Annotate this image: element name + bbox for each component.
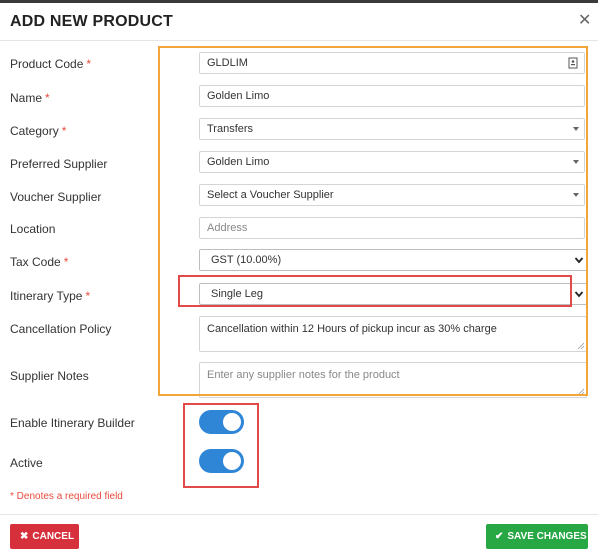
itinerary-type-label: Itinerary Type * bbox=[10, 289, 91, 303]
supplier-notes-label: Supplier Notes bbox=[10, 369, 89, 383]
location-input[interactable]: Address bbox=[199, 217, 585, 239]
product-code-input[interactable]: GLDLIM bbox=[199, 52, 585, 74]
caret-down-icon bbox=[573, 127, 579, 131]
toggle-knob bbox=[223, 452, 241, 470]
cancellation-policy-label: Cancellation Policy bbox=[10, 322, 112, 336]
save-changes-button[interactable]: ✔ SAVE CHANGES bbox=[486, 524, 588, 549]
preferred-supplier-select[interactable]: Golden Limo bbox=[199, 151, 585, 173]
header-divider bbox=[0, 40, 598, 41]
enable-itinerary-builder-toggle[interactable] bbox=[199, 410, 244, 434]
category-select[interactable]: Transfers bbox=[199, 118, 585, 140]
dialog-title: ADD NEW PRODUCT bbox=[10, 13, 173, 30]
product-code-label: Product Code * bbox=[10, 57, 92, 71]
location-label: Location bbox=[10, 222, 56, 236]
chevron-down-icon bbox=[574, 291, 584, 298]
caret-down-icon bbox=[573, 160, 579, 164]
top-border bbox=[0, 0, 598, 3]
enable-itinerary-builder-label: Enable Itinerary Builder bbox=[10, 416, 135, 430]
contact-card-icon bbox=[568, 57, 578, 69]
checkmark-icon: ✔ bbox=[495, 531, 504, 542]
cancellation-policy-textarea[interactable]: Cancellation within 12 Hours of pickup i… bbox=[199, 316, 587, 352]
footer-divider bbox=[0, 514, 598, 515]
toggle-knob bbox=[223, 413, 241, 431]
close-icon: ✖ bbox=[20, 531, 29, 542]
voucher-supplier-select[interactable]: Select a Voucher Supplier bbox=[199, 184, 585, 206]
category-label: Category * bbox=[10, 124, 67, 138]
active-label: Active bbox=[10, 456, 43, 470]
voucher-supplier-label: Voucher Supplier bbox=[10, 190, 102, 204]
tax-code-label: Tax Code * bbox=[10, 255, 69, 269]
resize-grip-icon[interactable] bbox=[577, 342, 585, 350]
active-toggle[interactable] bbox=[199, 449, 244, 473]
chevron-down-icon bbox=[574, 257, 584, 264]
itinerary-type-select[interactable]: Single Leg bbox=[199, 283, 587, 305]
preferred-supplier-label: Preferred Supplier bbox=[10, 157, 108, 171]
name-label: Name * bbox=[10, 91, 50, 105]
supplier-notes-textarea[interactable]: Enter any supplier notes for the product bbox=[199, 362, 587, 398]
tax-code-select[interactable]: GST (10.00%) bbox=[199, 249, 587, 271]
resize-grip-icon[interactable] bbox=[577, 388, 585, 396]
cancel-button[interactable]: ✖ CANCEL bbox=[10, 524, 79, 549]
close-icon[interactable]: ✕ bbox=[578, 10, 591, 30]
required-field-note: * Denotes a required field bbox=[10, 491, 123, 502]
caret-down-icon bbox=[573, 193, 579, 197]
name-input[interactable]: Golden Limo bbox=[199, 85, 585, 107]
